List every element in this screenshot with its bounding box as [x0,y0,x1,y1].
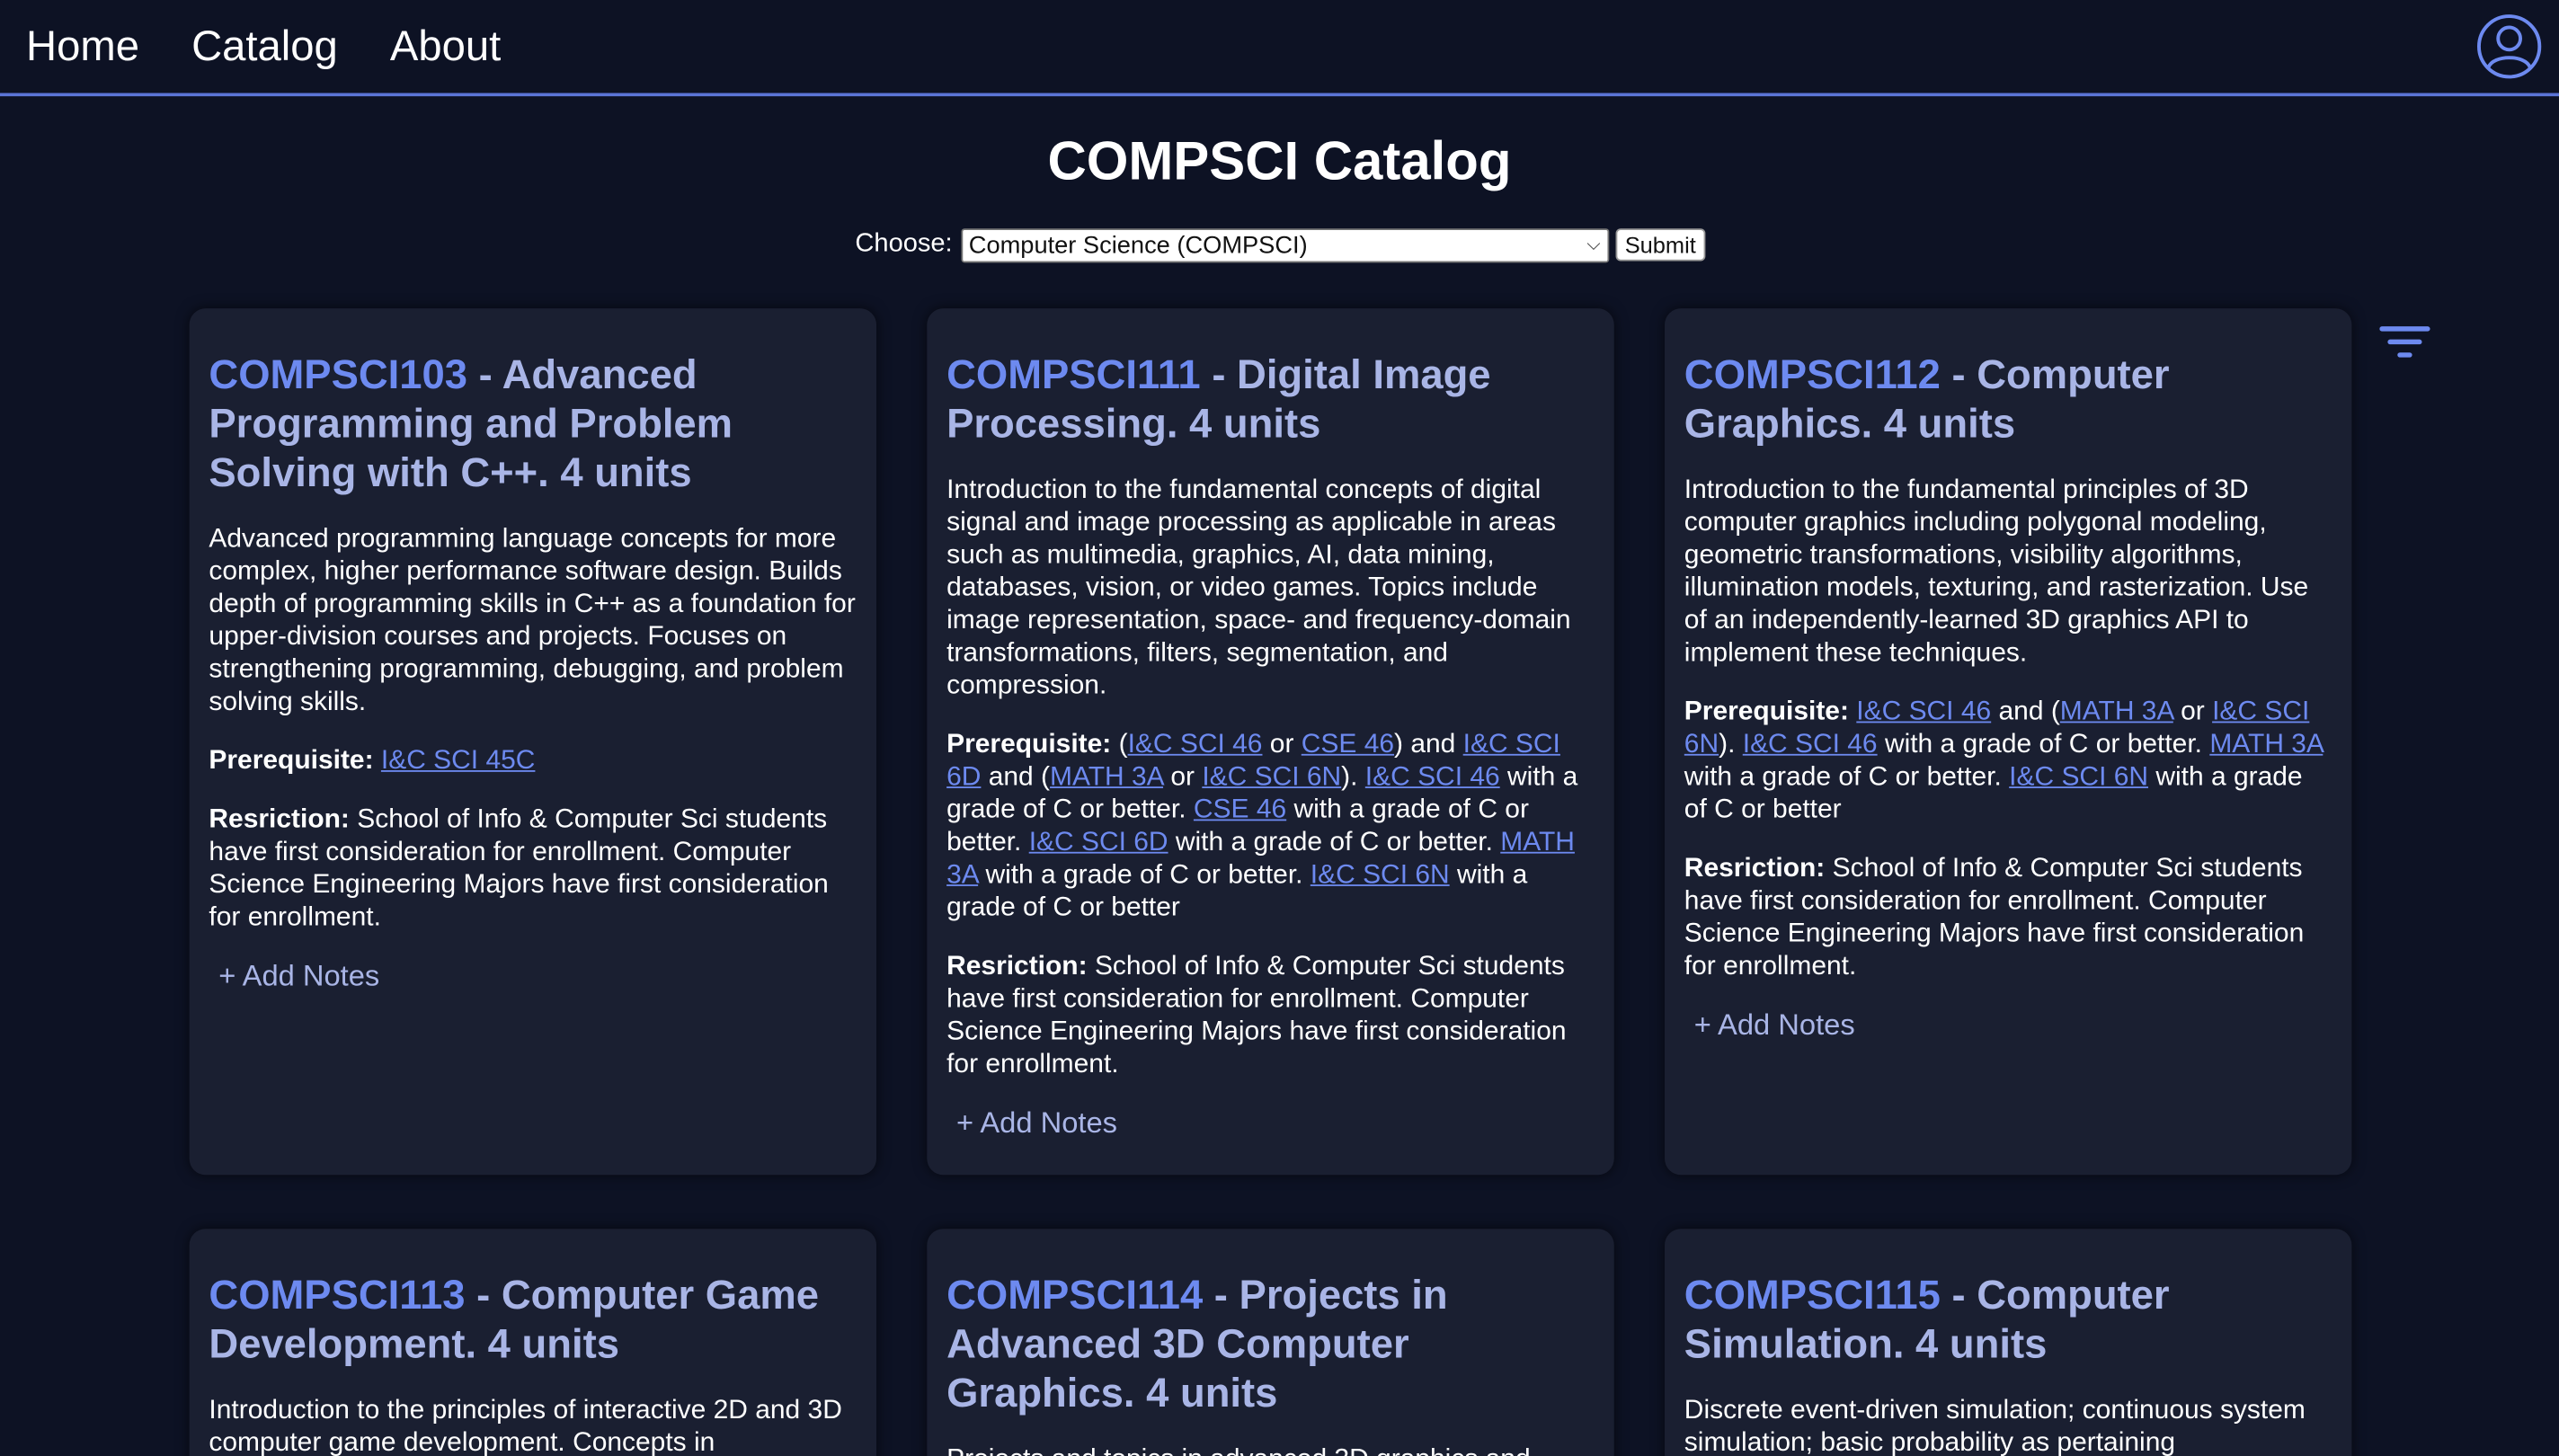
prereq-text: with a grade of C or better. [1684,761,2010,792]
add-notes-button[interactable]: + Add Notes [218,960,857,994]
course-code: COMPSCI111 [946,352,1201,399]
course-card: COMPSCI103 - Advanced Programming and Pr… [189,308,877,1176]
course-restriction: Resriction: School of Info & Computer Sc… [946,950,1595,1080]
top-nav: Home Catalog About [0,0,2559,97]
course-description: Projects and topics in advanced 3D graph… [946,1443,1595,1456]
course-card: COMPSCI112 - Computer Graphics. 4 units … [1665,308,2352,1176]
prereq-text: or [1262,729,1302,759]
restriction-label: Resriction: [209,804,350,834]
page-title: COMPSCI Catalog [1047,130,1512,191]
course-description: Introduction to the fundamental principl… [1684,475,2309,668]
course-description: Advanced programming language concepts f… [209,523,856,717]
chevron-down-icon: ⌵ [1586,234,1601,254]
course-prerequisite: Prerequisite: I&C SCI 46 and (MATH 3A or… [1684,695,2332,825]
course-code: COMPSCI112 [1684,352,1941,399]
prereq-link[interactable]: I&C SCI 46 [1856,697,1991,726]
prereq-link[interactable]: I&C SCI 46 [1365,762,1500,792]
prereq-text: with a grade of C or better. [1877,729,2210,759]
course-code: COMPSCI114 [946,1273,1204,1319]
prerequisite-label: Prerequisite: [946,729,1112,759]
prereq-text: with a grade of C or better. [1168,827,1501,857]
course-prerequisite: Prerequisite: (I&C SCI 46 or CSE 46) and… [946,728,1595,924]
prereq-link[interactable]: I&C SCI 6N [2009,762,2148,792]
course-title: COMPSCI114 - Projects in Advanced 3D Com… [946,1271,1595,1417]
restriction-label: Resriction: [1684,853,1826,883]
prereq-text: or [1163,761,1203,792]
restriction-label: Resriction: [946,951,1088,981]
prereq-text: and ( [1991,697,2060,726]
prereq-text: ) and [1394,729,1463,759]
course-description: Discrete event-driven simulation; contin… [1684,1395,2306,1456]
course-prerequisite: Prerequisite: I&C SCI 45C [209,744,857,777]
nav-catalog-link[interactable]: Catalog [191,22,338,72]
prereq-link[interactable]: MATH 3A [1050,762,1163,792]
prereq-link[interactable]: CSE 46 [1194,795,1286,824]
prereq-text: with a grade of C or better. [978,859,1311,890]
prereq-text: or [2172,697,2213,726]
prereq-link[interactable]: I&C SCI 6N [1202,762,1341,792]
add-notes-button[interactable]: + Add Notes [956,1106,1595,1141]
user-account-icon[interactable] [2475,13,2542,80]
prerequisite-label: Prerequisite: [1684,697,1849,726]
department-select-value: Computer Science (COMPSCI) [968,230,1308,259]
prerequisite-label: Prerequisite: [209,745,374,776]
course-code: COMPSCI103 [209,352,467,399]
course-title: COMPSCI115 - Computer Simulation. 4 unit… [1684,1271,2332,1369]
filter-icon[interactable] [2379,324,2431,363]
prereq-text: ). [1719,729,1743,759]
prereq-text: ). [1341,761,1365,792]
department-chooser: Choose: Computer Science (COMPSCI) ⌵ Sub… [855,226,1706,262]
course-description: Introduction to the fundamental concepts… [946,475,1571,700]
prereq-link[interactable]: MATH 3A [2209,730,2323,759]
prereq-text: ( [1118,729,1128,759]
prereq-text: and ( [981,761,1051,792]
course-title: COMPSCI112 - Computer Graphics. 4 units [1684,351,2332,448]
prereq-link[interactable]: CSE 46 [1302,730,1394,759]
course-code: COMPSCI113 [209,1273,466,1319]
course-card: COMPSCI114 - Projects in Advanced 3D Com… [927,1229,1614,1456]
course-card: COMPSCI115 - Computer Simulation. 4 unit… [1665,1229,2352,1456]
nav-about-link[interactable]: About [390,22,501,72]
course-title: COMPSCI111 - Digital Image Processing. 4… [946,351,1595,448]
prereq-link[interactable]: I&C SCI 46 [1128,730,1263,759]
course-card: COMPSCI113 - Computer Game Development. … [189,1229,877,1456]
add-notes-button[interactable]: + Add Notes [1694,1008,2332,1043]
department-select[interactable]: Computer Science (COMPSCI) ⌵ [960,227,1609,262]
prereq-link[interactable]: MATH 3A [2060,697,2173,726]
course-card: COMPSCI111 - Digital Image Processing. 4… [927,308,1614,1176]
choose-label: Choose: [855,230,953,258]
course-description: Introduction to the principles of intera… [209,1395,842,1456]
course-code: COMPSCI115 [1684,1273,1941,1319]
prereq-link[interactable]: I&C SCI 6D [1029,828,1168,857]
prereq-link[interactable]: I&C SCI 45C [381,746,535,776]
course-restriction: Resriction: School of Info & Computer Sc… [209,803,857,933]
nav-home-link[interactable]: Home [26,22,139,72]
course-title: COMPSCI103 - Advanced Programming and Pr… [209,351,857,497]
prereq-link[interactable]: I&C SCI 6N [1311,860,1450,890]
course-title: COMPSCI113 - Computer Game Development. … [209,1271,857,1369]
submit-button[interactable]: Submit [1614,228,1706,262]
prereq-link[interactable]: I&C SCI 46 [1743,730,1878,759]
course-restriction: Resriction: School of Info & Computer Sc… [1684,852,2332,982]
